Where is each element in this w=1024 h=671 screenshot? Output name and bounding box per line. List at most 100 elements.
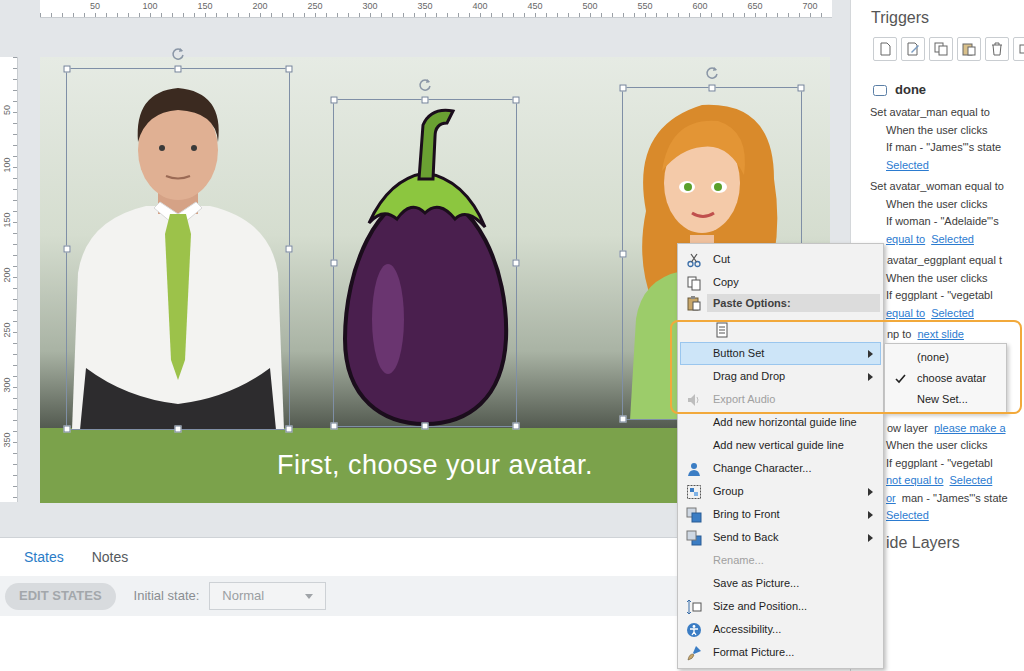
resize-handle[interactable] (64, 246, 71, 253)
trigger-link[interactable]: Selected (886, 509, 929, 521)
trigger-text: If man - "James"'s state (886, 141, 1001, 153)
menu-item-label: Send to Back (713, 529, 868, 546)
rotate-handle-icon[interactable] (705, 66, 719, 80)
context-menu-item[interactable]: Drag and Drop (680, 365, 881, 388)
menu-item-label: Cut (713, 251, 868, 268)
resize-handle[interactable] (331, 97, 338, 104)
edit-trigger-button[interactable] (901, 37, 925, 61)
more-button[interactable] (1013, 37, 1024, 61)
resize-handle[interactable] (513, 260, 520, 267)
context-menu-item[interactable]: Send to Back (680, 526, 881, 549)
submenu-item[interactable]: choose avatar (885, 368, 1006, 389)
vertical-ruler[interactable]: 50100150200250300350 (0, 57, 18, 502)
trigger-link[interactable]: next slide (917, 328, 963, 340)
context-menu-item[interactable]: Size and Position... (680, 595, 881, 618)
panel-tab[interactable]: Notes (92, 547, 129, 568)
resize-handle[interactable] (175, 66, 182, 73)
submenu-item[interactable]: (none) (885, 347, 1006, 368)
context-menu-item[interactable]: Bring to Front (680, 503, 881, 526)
trigger-text: If woman - "Adelaide"'s (886, 215, 999, 227)
trigger-link[interactable]: not equal to (886, 474, 944, 486)
rotate-handle-icon[interactable] (418, 78, 432, 92)
trigger[interactable]: Set avatar_man equal toWhen the user cli… (851, 104, 1024, 174)
context-menu-item[interactable]: Group (680, 480, 881, 503)
context-menu-item[interactable]: Format Picture... (680, 641, 881, 664)
menu-item-label: Accessibility... (713, 621, 868, 638)
submenu-item-label: choose avatar (917, 370, 986, 387)
resize-handle[interactable] (513, 97, 520, 104)
context-menu-item[interactable]: Accessibility... (680, 618, 881, 641)
new-trigger-button[interactable] (873, 37, 897, 61)
menu-item-label: Change Character... (713, 460, 868, 477)
trigger-link[interactable]: or (886, 492, 896, 504)
menu-item-label: Copy (713, 274, 868, 291)
trigger-link[interactable]: Selected (950, 474, 993, 486)
resize-handle[interactable] (286, 426, 293, 433)
delete-button[interactable] (985, 37, 1009, 61)
context-menu-item: Rename... (680, 549, 881, 572)
resize-handle[interactable] (64, 426, 71, 433)
ruler-label: 450 (523, 1, 547, 11)
ruler-label: 200 (1, 263, 13, 287)
paste-button[interactable] (957, 37, 981, 61)
copy-button[interactable] (929, 37, 953, 61)
trigger-text: avatar_eggplant equal t (887, 254, 1002, 266)
resize-handle[interactable] (513, 423, 520, 430)
menu-item-icon (681, 599, 707, 615)
ruler-label: 100 (1, 153, 13, 177)
resize-handle[interactable] (286, 246, 293, 253)
eggplant-picture[interactable] (333, 99, 517, 427)
ruler-label: 350 (413, 1, 437, 11)
menu-item-label: Group (713, 483, 868, 500)
ruler-label: 250 (303, 1, 327, 11)
context-menu-item[interactable]: Copy (680, 271, 881, 294)
resize-handle[interactable] (620, 416, 627, 423)
resize-handle[interactable] (709, 85, 716, 92)
context-menu-item[interactable]: Cut (680, 248, 881, 271)
submenu-arrow-icon (868, 279, 873, 287)
context-menu-item[interactable]: Button Set (680, 342, 881, 365)
keep-text-only-icon[interactable] (713, 321, 731, 339)
trigger[interactable]: Set avatar_woman equal toWhen the user c… (851, 178, 1024, 248)
resize-handle[interactable] (175, 426, 182, 433)
context-menu-item[interactable]: Change Character... (680, 457, 881, 480)
trigger-link[interactable]: Selected (931, 233, 974, 245)
resize-handle[interactable] (620, 250, 627, 257)
panel-tab[interactable]: States (24, 547, 64, 568)
context-menu-item[interactable]: Add new vertical guide line (680, 434, 881, 457)
ruler-label: 300 (358, 1, 382, 11)
menu-item-label: Drag and Drop (713, 368, 868, 385)
resize-handle[interactable] (422, 423, 429, 430)
submenu-arrow-icon (868, 626, 873, 634)
trigger-link[interactable]: Selected (931, 307, 974, 319)
context-menu-item[interactable]: Add new horizontal guide line (680, 411, 881, 434)
ruler-label: 200 (248, 1, 272, 11)
context-menu-item[interactable]: Save as Picture... (680, 572, 881, 595)
rotate-handle-icon[interactable] (171, 47, 185, 61)
slide-caption[interactable]: First, choose your avatar. (277, 445, 593, 486)
resize-handle[interactable] (286, 66, 293, 73)
trigger-text: ow layer (887, 422, 928, 434)
resize-handle[interactable] (331, 423, 338, 430)
resize-handle[interactable] (620, 85, 627, 92)
submenu-item[interactable]: New Set... (885, 389, 1006, 410)
trigger-link[interactable]: please make a (934, 422, 1006, 434)
horizontal-ruler[interactable]: 5010015020025030035040045050055060065070… (40, 0, 832, 18)
trigger-line: When the user clicks (851, 122, 1024, 140)
ruler-label: 100 (138, 1, 162, 11)
resize-handle[interactable] (422, 97, 429, 104)
trigger-line: Selected (851, 157, 1024, 175)
resize-handle[interactable] (798, 85, 805, 92)
trigger-link[interactable]: equal to (886, 307, 925, 319)
trigger-object-row[interactable]: done (851, 81, 1024, 99)
resize-handle[interactable] (64, 66, 71, 73)
trigger-line: If man - "James"'s state (851, 139, 1024, 157)
trigger-link[interactable]: Selected (886, 159, 929, 171)
menu-item-icon (681, 645, 707, 661)
man-picture[interactable] (66, 68, 290, 430)
menu-item-label: Export Audio (713, 391, 868, 408)
trigger-link[interactable]: equal to (886, 233, 925, 245)
resize-handle[interactable] (331, 260, 338, 267)
ruler-label: 300 (1, 373, 13, 397)
menu-item-label: Button Set (713, 345, 868, 362)
